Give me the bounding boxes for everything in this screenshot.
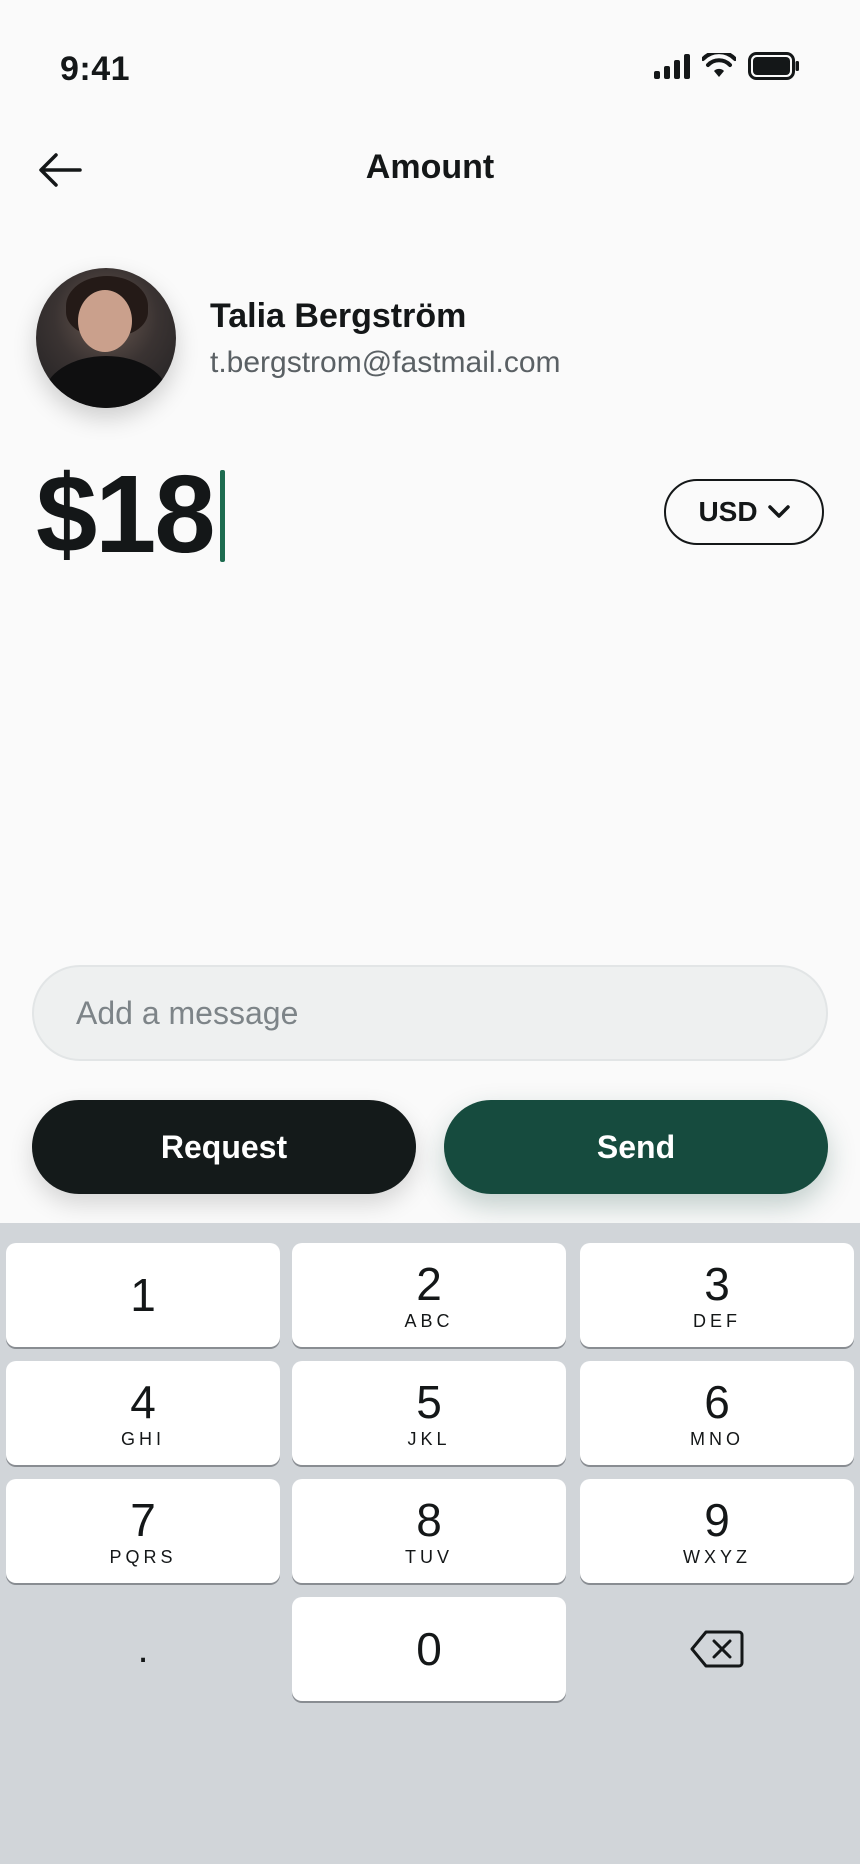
- key-backspace[interactable]: [580, 1597, 854, 1701]
- recipient-name: Talia Bergström: [210, 296, 467, 335]
- wifi-icon: [702, 53, 736, 77]
- message-field[interactable]: [32, 965, 828, 1061]
- header: Amount: [0, 130, 860, 210]
- key-letters: WXYZ: [683, 1546, 751, 1567]
- key-7[interactable]: 7 PQRS: [6, 1479, 280, 1583]
- status-bar: 9:41: [0, 0, 860, 140]
- key-6[interactable]: 6 MNO: [580, 1361, 854, 1465]
- battery-icon: [748, 52, 799, 80]
- key-digit: 0: [416, 1623, 442, 1675]
- chevron-down-icon: [767, 505, 790, 518]
- send-button[interactable]: Send: [444, 1100, 828, 1194]
- key-digit: 6: [704, 1375, 730, 1428]
- key-8[interactable]: 8 TUV: [292, 1479, 566, 1583]
- recipient-card: Talia Bergström t.bergstrom@fastmail.com: [36, 268, 561, 408]
- key-9[interactable]: 9 WXYZ: [580, 1479, 854, 1583]
- numeric-keypad: 1 2 ABC 3 DEF 4 GHI 5 JKL 6 MNO 7 PQRS 8…: [0, 1223, 860, 1864]
- amount-row: $18 USD: [36, 455, 826, 575]
- backspace-icon: [690, 1630, 744, 1668]
- key-digit: 1: [130, 1269, 156, 1321]
- currency-selector[interactable]: USD: [664, 479, 824, 545]
- key-digit: 8: [416, 1493, 442, 1546]
- key-letters: JKL: [407, 1428, 451, 1449]
- key-letters: PQRS: [109, 1546, 177, 1567]
- key-0[interactable]: 0: [292, 1597, 566, 1701]
- key-digit: 9: [704, 1493, 730, 1546]
- action-buttons: Request Send: [32, 1100, 828, 1194]
- recipient-email: t.bergstrom@fastmail.com: [210, 345, 561, 379]
- recipient-info: Talia Bergström t.bergstrom@fastmail.com: [210, 297, 561, 380]
- key-3[interactable]: 3 DEF: [580, 1243, 854, 1347]
- message-input[interactable]: [74, 993, 786, 1033]
- signal-icon: [654, 53, 690, 79]
- key-5[interactable]: 5 JKL: [292, 1361, 566, 1465]
- key-digit: 5: [416, 1375, 442, 1428]
- page-title: Amount: [365, 148, 495, 186]
- key-4[interactable]: 4 GHI: [6, 1361, 280, 1465]
- key-letters: ABC: [404, 1310, 454, 1331]
- key-2[interactable]: 2 ABC: [292, 1243, 566, 1347]
- key-letters: DEF: [693, 1310, 741, 1331]
- key-digit: 2: [416, 1257, 442, 1310]
- key-letters: GHI: [120, 1428, 165, 1449]
- key-letters: TUV: [405, 1546, 453, 1567]
- key-digit: .: [137, 1627, 149, 1671]
- text-caret: [219, 470, 225, 562]
- currency-label: USD: [698, 496, 758, 527]
- key-decimal[interactable]: .: [6, 1597, 280, 1701]
- amount-value[interactable]: $18: [36, 455, 216, 575]
- key-digit: 3: [704, 1257, 730, 1310]
- status-time: 9:41: [60, 50, 131, 88]
- key-digit: 7: [130, 1493, 156, 1546]
- key-letters: MNO: [690, 1428, 744, 1449]
- key-digit: 4: [130, 1375, 156, 1428]
- status-icons: [654, 52, 800, 80]
- request-button[interactable]: Request: [32, 1100, 416, 1194]
- avatar: [36, 268, 176, 408]
- key-1[interactable]: 1: [6, 1243, 280, 1347]
